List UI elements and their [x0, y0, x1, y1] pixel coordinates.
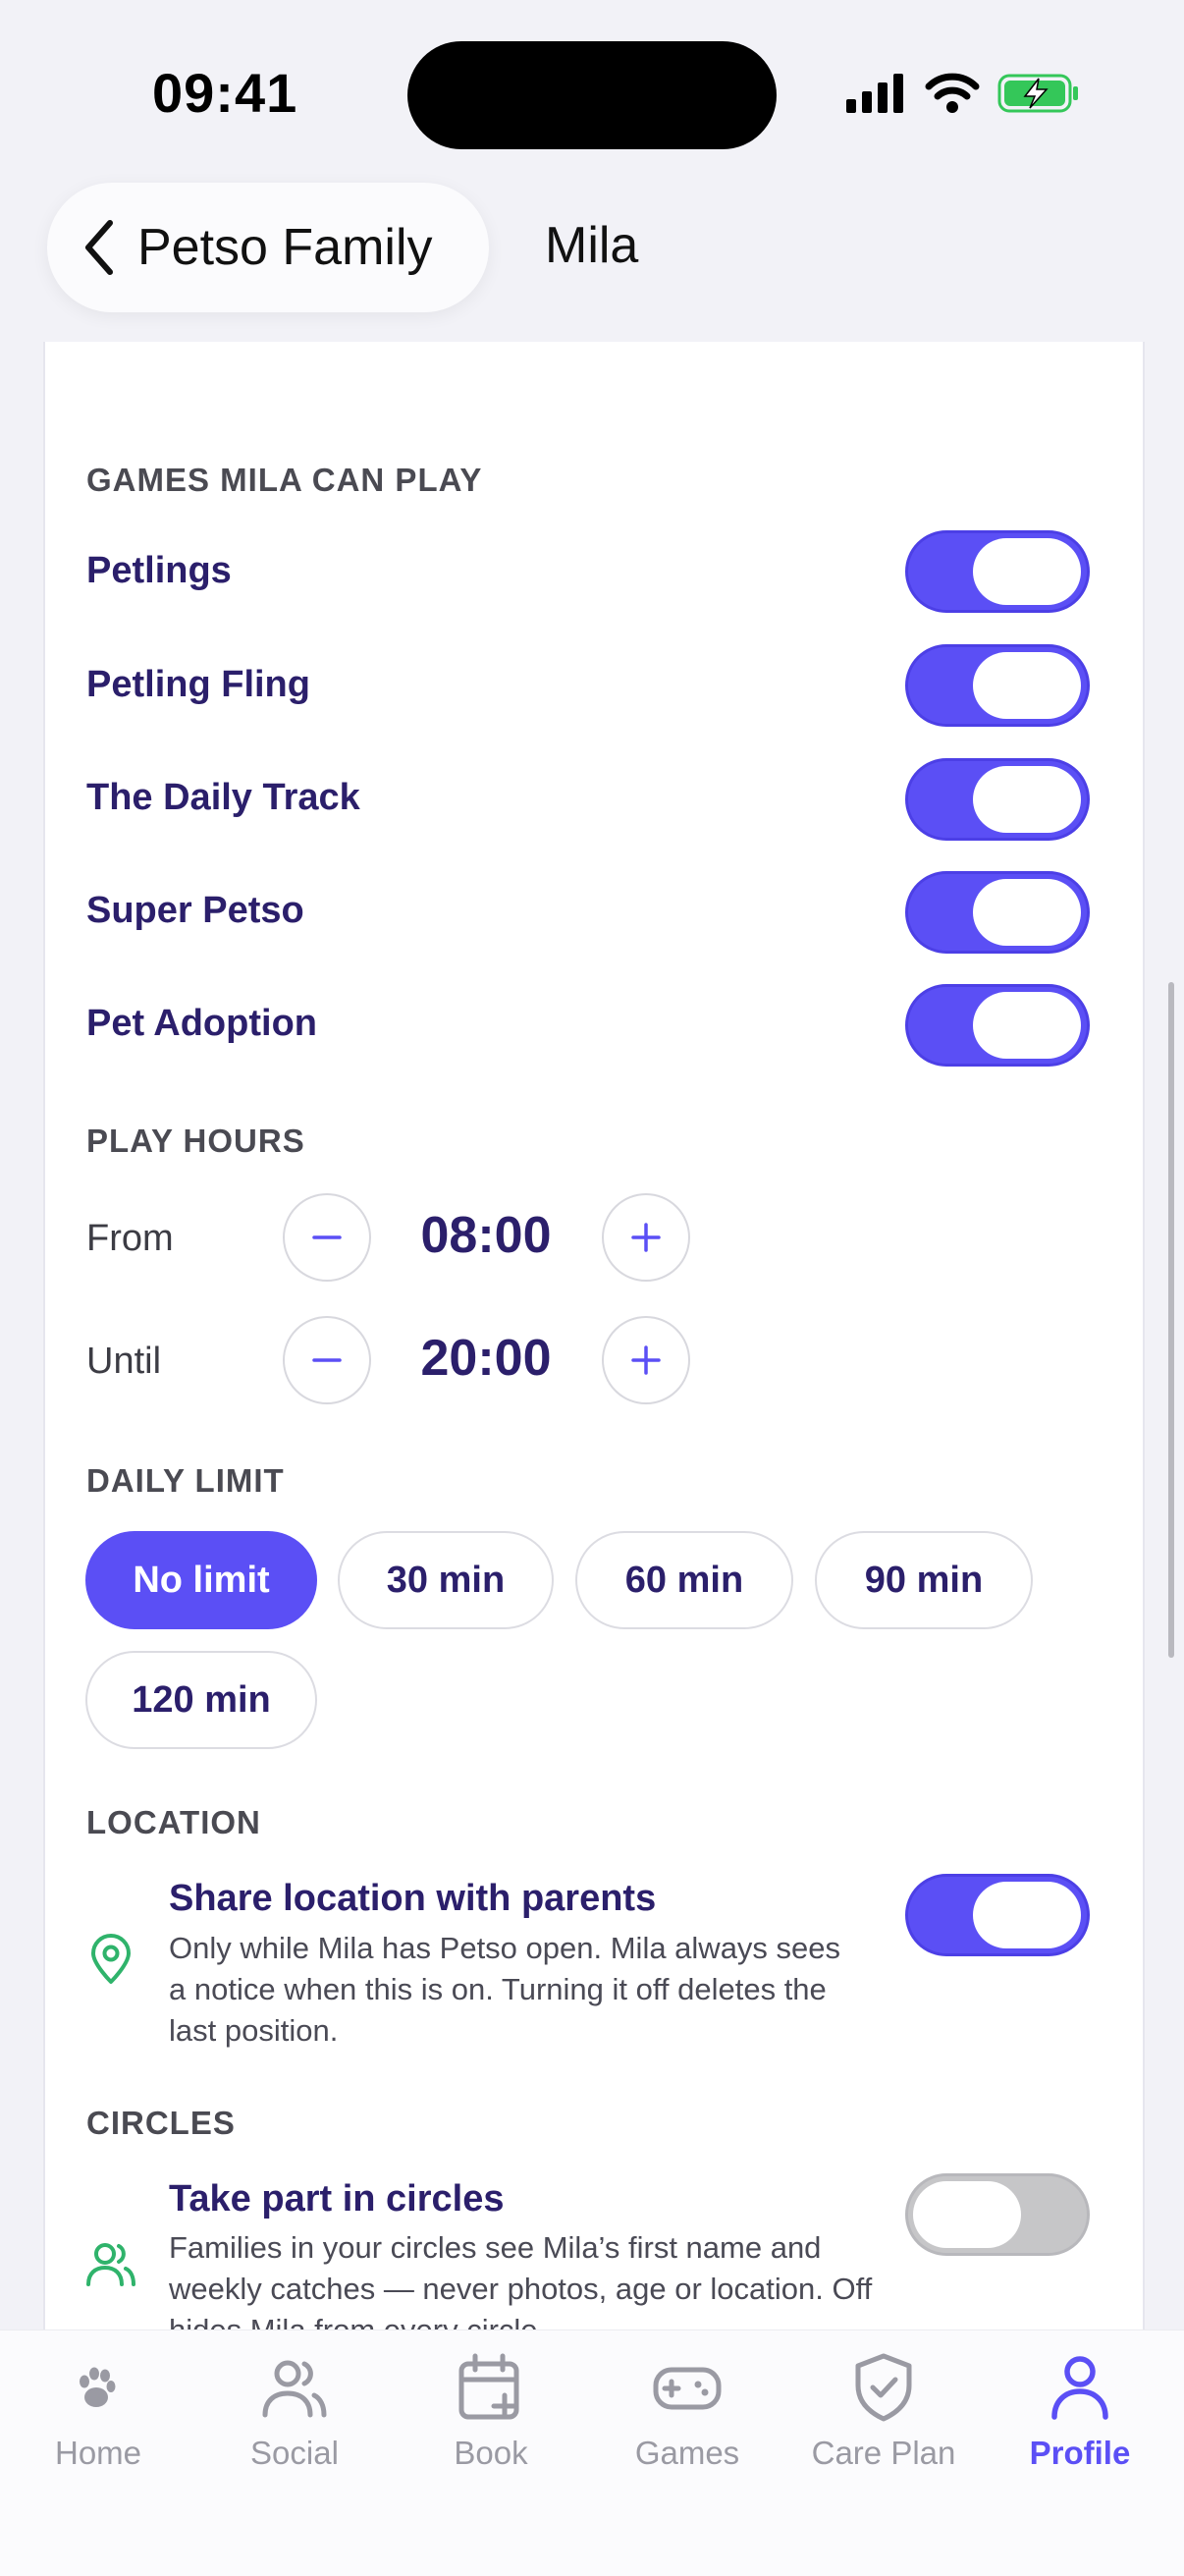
tab-games[interactable]: Games [589, 2352, 785, 2472]
toggle-super-petso[interactable] [905, 871, 1090, 954]
calendar-plus-icon [458, 2353, 519, 2420]
games-heading: GAMES MILA CAN PLAY [86, 462, 483, 498]
gamepad-icon [653, 2367, 722, 2410]
limit-option-no-limit[interactable]: No limit [85, 1531, 317, 1629]
user-icon [1051, 2356, 1108, 2420]
tab-social[interactable]: Social [196, 2352, 393, 2472]
limit-option-60-min[interactable]: 60 min [575, 1531, 793, 1629]
limit-option-90-min[interactable]: 90 min [815, 1531, 1033, 1629]
plus-icon [631, 1345, 661, 1375]
location-pin-icon [91, 1934, 131, 1984]
until-decrement-button[interactable] [283, 1316, 371, 1404]
tab-label-home: Home [54, 2435, 142, 2471]
tab-label-care-plan: Care Plan [811, 2435, 956, 2471]
toggle-knob [973, 879, 1081, 946]
game-label-petlings: Petlings [86, 550, 232, 591]
tab-book[interactable]: Book [393, 2352, 589, 2472]
toggle-knob [913, 2181, 1021, 2248]
tab-bar: Home Social Book Games Care Plan Profile [0, 2329, 1184, 2576]
toggle-knob [973, 652, 1081, 719]
minus-icon [312, 1235, 342, 1239]
tab-label-profile: Profile [1029, 2435, 1131, 2471]
limit-option-30-min[interactable]: 30 min [338, 1531, 554, 1629]
back-button[interactable]: Petso Family [47, 183, 489, 312]
circles-title: Take part in circles [169, 2178, 505, 2220]
location-heading: LOCATION [86, 1804, 261, 1840]
toggle-circles[interactable] [905, 2173, 1090, 2256]
toggle-petling-fling[interactable] [905, 644, 1090, 727]
toggle-petlings[interactable] [905, 530, 1090, 613]
status-time: 09:41 [152, 62, 298, 124]
tab-label-book: Book [454, 2435, 528, 2471]
toggle-daily-track[interactable] [905, 758, 1090, 841]
tab-home[interactable]: Home [0, 2352, 196, 2472]
battery-charging-icon [997, 74, 1078, 113]
play-hours-heading: PLAY HOURS [86, 1123, 305, 1159]
circles-heading: CIRCLES [86, 2105, 236, 2141]
back-button-label: Petso Family [137, 219, 433, 276]
toggle-knob [973, 992, 1081, 1059]
from-label: From [86, 1218, 174, 1259]
shield-check-icon [855, 2353, 912, 2422]
toggle-pet-adoption[interactable] [905, 984, 1090, 1067]
limit-option-120-min[interactable]: 120 min [85, 1651, 317, 1749]
scrollbar[interactable] [1168, 982, 1174, 1658]
daily-limit-heading: DAILY LIMIT [86, 1462, 285, 1499]
wifi-icon [925, 73, 980, 113]
tab-profile[interactable]: Profile [982, 2352, 1178, 2472]
status-bar: 09:41 [0, 0, 1184, 149]
until-time-value: 20:00 [420, 1330, 552, 1387]
game-label-super-petso: Super Petso [86, 890, 304, 931]
game-label-pet-adoption: Pet Adoption [86, 1003, 317, 1044]
game-label-daily-track: The Daily Track [86, 777, 360, 818]
paw-icon [80, 2367, 116, 2407]
toggle-knob [973, 1882, 1081, 1948]
tab-label-games: Games [634, 2435, 740, 2471]
toggle-knob [973, 766, 1081, 833]
minus-icon [312, 1358, 342, 1362]
toggle-knob [973, 538, 1081, 605]
from-time-value: 08:00 [420, 1207, 552, 1264]
users-icon [262, 2360, 327, 2418]
plus-icon [631, 1223, 661, 1252]
cellular-signal-icon [846, 74, 903, 113]
share-location-description: Only while Mila has Petso open. Mila alw… [169, 1931, 841, 2048]
from-decrement-button[interactable] [283, 1193, 371, 1282]
toggle-share-location[interactable] [905, 1874, 1090, 1956]
tab-label-social: Social [250, 2435, 339, 2471]
share-location-title: Share location with parents [169, 1878, 657, 1919]
until-label: Until [86, 1341, 162, 1382]
page-title: Mila [545, 217, 639, 274]
tab-care-plan[interactable]: Care Plan [785, 2352, 982, 2472]
until-increment-button[interactable] [602, 1316, 690, 1404]
dynamic-island [407, 41, 777, 149]
status-icons [846, 69, 1080, 118]
from-increment-button[interactable] [602, 1193, 690, 1282]
users-icon [86, 2243, 135, 2286]
game-label-petling-fling: Petling Fling [86, 664, 310, 705]
chevron-left-icon [85, 220, 113, 275]
